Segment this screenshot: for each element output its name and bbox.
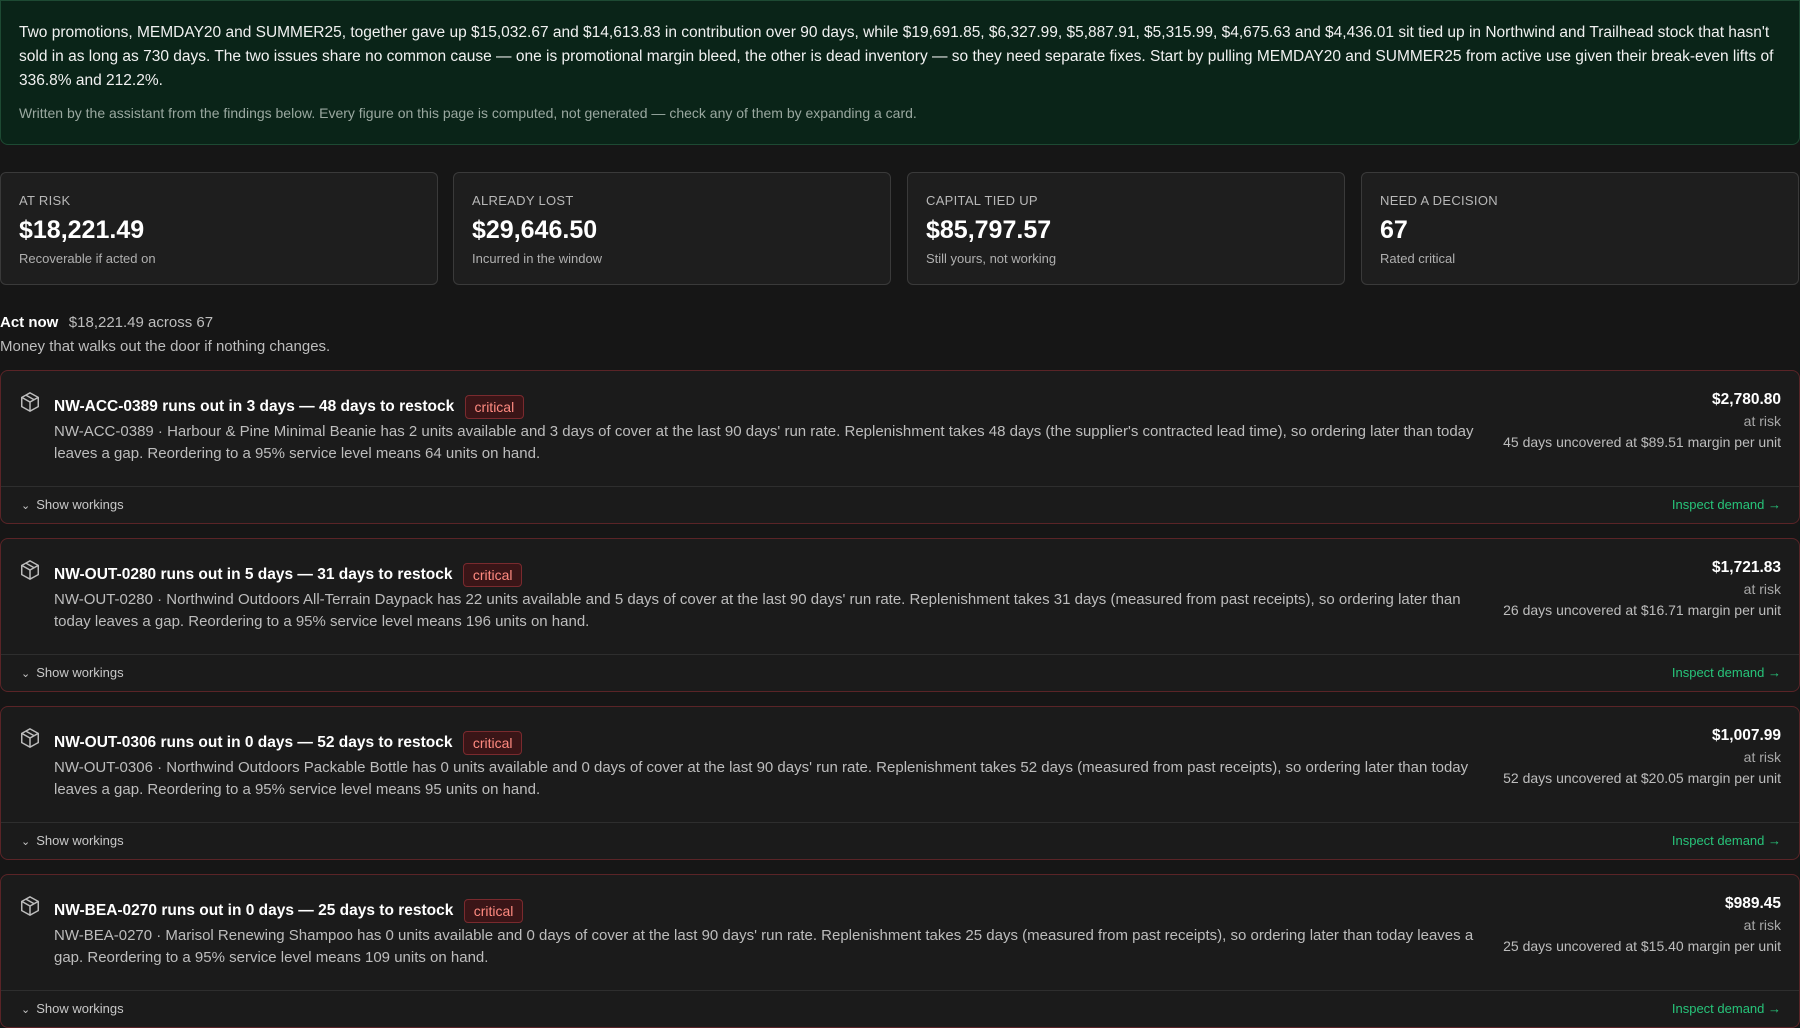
card-impact: $1,721.83 at risk 26 days uncovered at $…: [1481, 559, 1781, 620]
kpi-label: ALREADY LOST: [472, 193, 574, 208]
finding-card[interactable]: NW-ACC-0389 runs out in 3 days — 48 days…: [0, 370, 1800, 524]
kpi-already-lost: ALREADY LOST $29,646.50 Incurred in the …: [453, 172, 891, 285]
section-description: Money that walks out the door if nothing…: [0, 338, 331, 355]
kpi-capital-tied-up: CAPITAL TIED UP $85,797.57 Still yours, …: [907, 172, 1345, 285]
kpi-label: NEED A DECISION: [1380, 193, 1498, 208]
inspect-demand-link[interactable]: Inspect demand →: [1672, 1001, 1781, 1016]
card-footer: ⌄ Show workings Inspect demand →: [1, 822, 1799, 859]
card-title: NW-BEA-0270 runs out in 0 days — 25 days…: [54, 899, 524, 923]
finding-card[interactable]: NW-BEA-0270 runs out in 0 days — 25 days…: [0, 874, 1800, 1028]
kpi-need-decision: NEED A DECISION 67 Rated critical: [1361, 172, 1799, 285]
chevron-down-icon: ⌄: [21, 668, 31, 680]
toggle-label: Show workings: [36, 665, 124, 680]
at-risk-amount: $989.45: [1724, 895, 1781, 912]
at-risk-amount: $2,780.80: [1712, 391, 1781, 408]
card-description: NW-OUT-0306 · Northwind Outdoors Packabl…: [54, 759, 1469, 798]
card-description: NW-BEA-0270 · Marisol Renewing Shampoo h…: [54, 927, 1474, 966]
kpi-label: AT RISK: [19, 193, 71, 208]
kpi-value: 67: [1380, 216, 1408, 244]
card-footer: ⌄ Show workings Inspect demand →: [1, 486, 1799, 523]
kpi-sub: Rated critical: [1380, 251, 1456, 266]
severity-badge: critical: [462, 731, 523, 755]
at-risk-label: at risk: [1743, 749, 1781, 765]
at-risk-amount: $1,721.83: [1712, 559, 1781, 576]
kpi-sub: Recoverable if acted on: [19, 251, 156, 266]
kpi-sub: Still yours, not working: [926, 251, 1057, 266]
inspect-demand-link[interactable]: Inspect demand →: [1672, 833, 1781, 848]
card-footer: ⌄ Show workings Inspect demand →: [1, 990, 1799, 1027]
gap-note: 45 days uncovered at $89.51 margin per u…: [1503, 434, 1781, 450]
card-impact: $1,007.99 at risk 52 days uncovered at $…: [1481, 727, 1781, 788]
finding-card[interactable]: NW-OUT-0306 runs out in 0 days — 52 days…: [0, 706, 1800, 860]
severity-badge: critical: [464, 395, 525, 419]
severity-badge: critical: [462, 563, 523, 587]
section-total: $18,221.49 across 67: [68, 314, 214, 331]
card-title: NW-ACC-0389 runs out in 3 days — 48 days…: [54, 395, 525, 419]
ai-summary-panel: Two promotions, MEMDAY20 and SUMMER25, t…: [0, 0, 1800, 145]
finding-card[interactable]: NW-OUT-0280 runs out in 5 days — 31 days…: [0, 538, 1800, 692]
gap-note: 25 days uncovered at $15.40 margin per u…: [1503, 938, 1781, 954]
card-title: NW-OUT-0280 runs out in 5 days — 31 days…: [54, 563, 523, 587]
at-risk-label: at risk: [1743, 917, 1781, 933]
act-now-header: Act now $18,221.49 across 67 Money that …: [0, 314, 330, 355]
gap-note: 26 days uncovered at $16.71 margin per u…: [1503, 602, 1781, 618]
kpi-value: $18,221.49: [19, 216, 145, 244]
summary-text: Two promotions, MEMDAY20 and SUMMER25, t…: [19, 24, 1774, 89]
summary-note: Written by the assistant from the findin…: [19, 105, 917, 121]
at-risk-amount: $1,007.99: [1712, 727, 1781, 744]
at-risk-label: at risk: [1743, 581, 1781, 597]
chevron-down-icon: ⌄: [21, 836, 31, 848]
show-workings-toggle[interactable]: ⌄ Show workings: [21, 665, 124, 680]
card-title-text: NW-OUT-0280 runs out in 5 days — 31 days…: [54, 566, 453, 584]
card-description: NW-ACC-0389 · Harbour & Pine Minimal Bea…: [54, 423, 1474, 462]
toggle-label: Show workings: [36, 497, 124, 512]
at-risk-label: at risk: [1743, 413, 1781, 429]
toggle-label: Show workings: [36, 1001, 124, 1016]
kpi-value: $85,797.57: [926, 216, 1052, 244]
card-impact: $2,780.80 at risk 45 days uncovered at $…: [1481, 391, 1781, 452]
show-workings-toggle[interactable]: ⌄ Show workings: [21, 833, 124, 848]
card-title-text: NW-BEA-0270 runs out in 0 days — 25 days…: [54, 902, 454, 920]
card-title: NW-OUT-0306 runs out in 0 days — 52 days…: [54, 731, 523, 755]
card-description: NW-OUT-0280 · Northwind Outdoors All-Ter…: [54, 591, 1461, 630]
show-workings-toggle[interactable]: ⌄ Show workings: [21, 497, 124, 512]
show-workings-toggle[interactable]: ⌄ Show workings: [21, 1001, 124, 1016]
card-impact: $989.45 at risk 25 days uncovered at $15…: [1481, 895, 1781, 956]
card-title-text: NW-OUT-0306 runs out in 0 days — 52 days…: [54, 734, 453, 752]
box-icon: [21, 391, 39, 413]
gap-note: 52 days uncovered at $20.05 margin per u…: [1503, 770, 1781, 786]
kpi-at-risk: AT RISK $18,221.49 Recoverable if acted …: [0, 172, 438, 285]
chevron-down-icon: ⌄: [21, 500, 31, 512]
section-title: Act now: [0, 314, 59, 331]
inspect-demand-link[interactable]: Inspect demand →: [1672, 497, 1781, 512]
card-footer: ⌄ Show workings Inspect demand →: [1, 654, 1799, 691]
kpi-sub: Incurred in the window: [472, 251, 603, 266]
chevron-down-icon: ⌄: [21, 1004, 31, 1016]
kpi-row: AT RISK $18,221.49 Recoverable if acted …: [0, 172, 1800, 285]
toggle-label: Show workings: [36, 833, 124, 848]
box-icon: [21, 727, 39, 749]
kpi-value: $29,646.50: [472, 216, 598, 244]
card-title-text: NW-ACC-0389 runs out in 3 days — 48 days…: [54, 398, 455, 416]
severity-badge: critical: [463, 899, 524, 923]
box-icon: [21, 895, 39, 917]
box-icon: [21, 559, 39, 581]
kpi-label: CAPITAL TIED UP: [926, 193, 1038, 208]
inspect-demand-link[interactable]: Inspect demand →: [1672, 665, 1781, 680]
